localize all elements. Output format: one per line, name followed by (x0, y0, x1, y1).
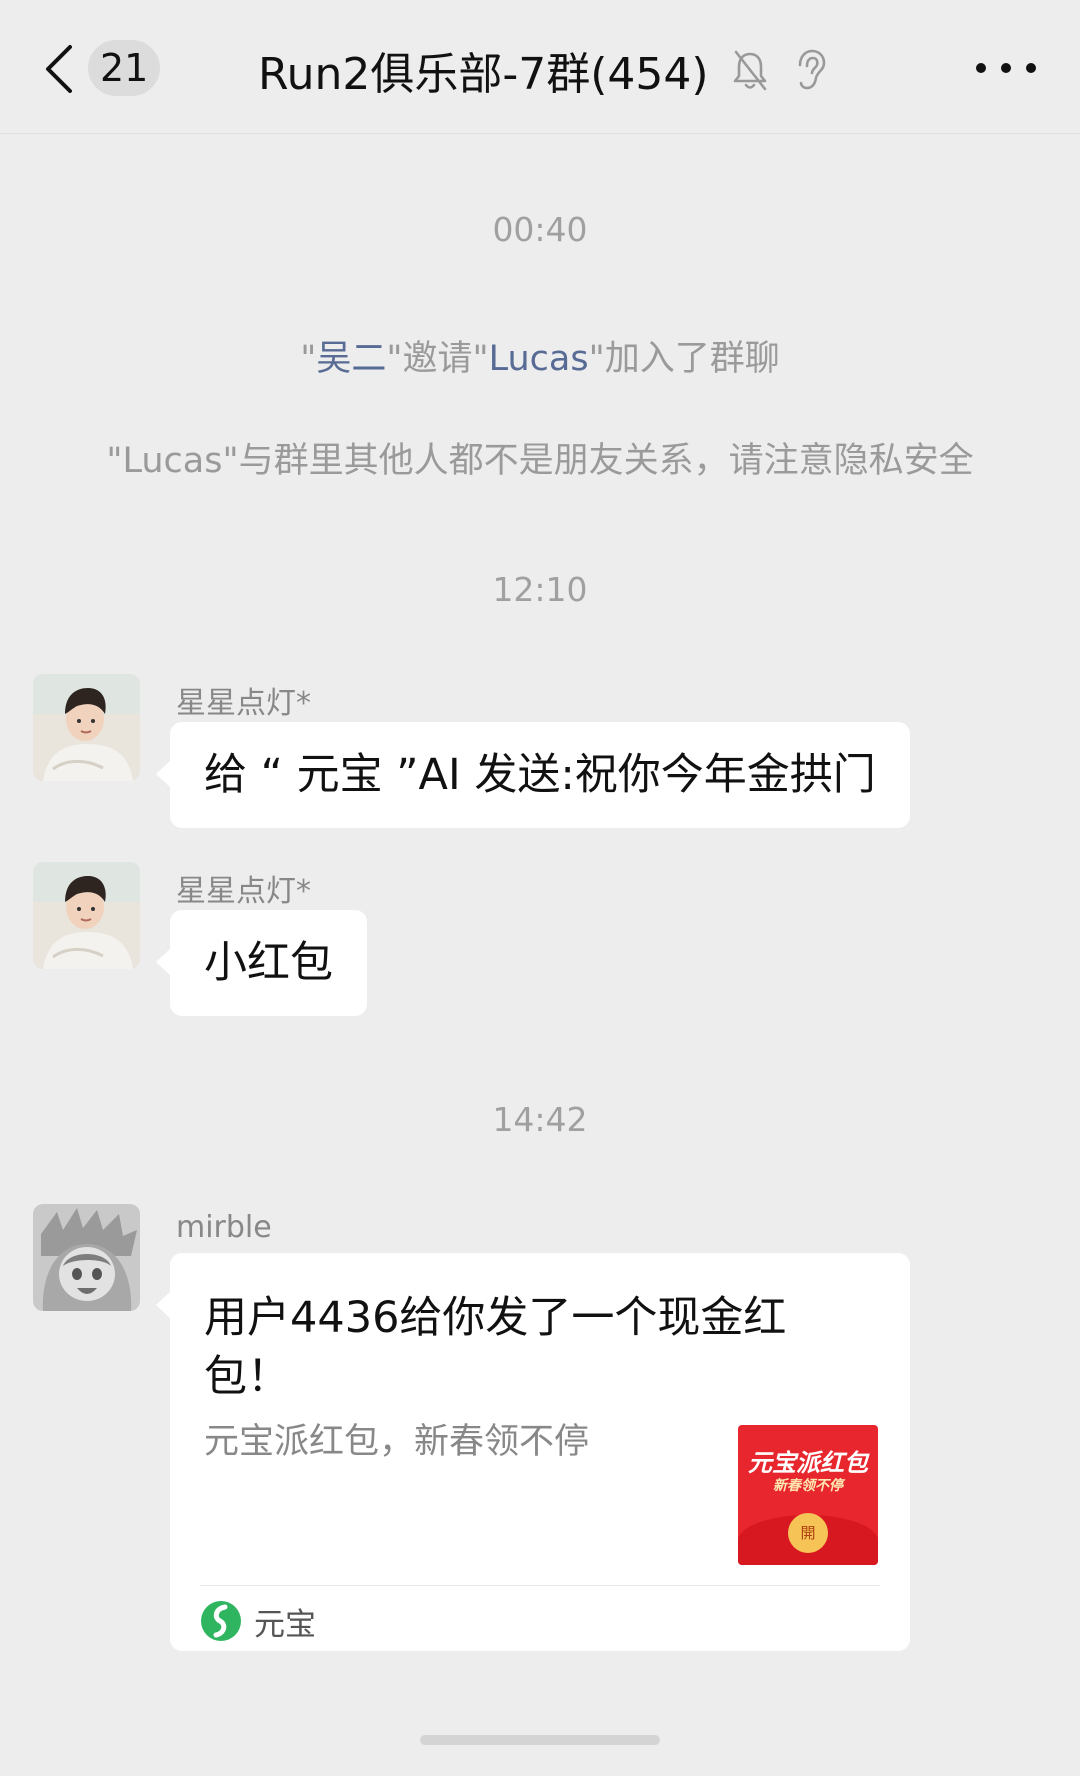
mute-bell-icon (733, 50, 766, 91)
card-title: 用户4436给你发了一个现金红包！ (204, 1293, 787, 1402)
more-icon-dot (976, 63, 986, 73)
card-divider (200, 1585, 880, 1586)
home-indicator[interactable] (420, 1735, 660, 1745)
more-icon-dot (1026, 63, 1036, 73)
invite-tail: "加入了群聊 (588, 339, 780, 379)
privacy-notice: "Lucas"与群里其他人都不是朋友关系，请注意隐私安全 (106, 441, 974, 481)
system-invite-notice: "吴二"邀请"Lucas"加入了群聊 (0, 330, 1080, 381)
red-packet-card[interactable]: 用户4436给你发了一个现金红包！ 元宝派红包，新春领不停 元宝派红包 新春领不… (156, 1253, 910, 1651)
back-arrow-icon (46, 45, 72, 93)
card-footer: 元宝 (200, 1596, 316, 1646)
yuanbao-logo-icon (201, 1601, 241, 1641)
timestamp: 12:10 (492, 570, 588, 609)
card-description: 元宝派红包，新春领不停 (204, 1422, 590, 1462)
open-coin-icon: 開 (788, 1513, 828, 1553)
card-source: 元宝 (254, 1606, 316, 1643)
avatar[interactable] (33, 674, 140, 781)
avatar[interactable] (33, 862, 140, 969)
thumb-main-text: 元宝派红包 (748, 1449, 868, 1477)
sender-name: 星星点灯* (176, 874, 311, 909)
message-bubble[interactable]: 小红包 (156, 910, 367, 1016)
title-group: Run2俱乐部-7群(454) (258, 38, 829, 102)
invite-quote: " (300, 339, 317, 379)
invite-text: "邀请" (386, 339, 489, 379)
timestamp: 14:42 (492, 1100, 588, 1139)
chat-header: 21 Run2俱乐部-7群(454) (0, 0, 1080, 134)
back-button[interactable] (38, 40, 80, 98)
message-bubble[interactable]: 给 “ 元宝 ”AI 发送:祝你今年金拱门 (156, 722, 910, 828)
inviter-link[interactable]: 吴二 (316, 339, 386, 379)
unread-count-badge[interactable]: 21 (88, 40, 161, 96)
timestamp: 00:40 (492, 210, 588, 249)
more-icon-dot (1001, 63, 1011, 73)
thumb-sub-text: 新春领不停 (773, 1478, 843, 1494)
red-packet-thumbnail: 元宝派红包 新春领不停 開 (738, 1425, 878, 1565)
avatar[interactable] (33, 1204, 140, 1311)
ear-icon (798, 49, 825, 90)
chat-title: Run2俱乐部-7群(454) (258, 49, 709, 100)
more-button[interactable] (976, 46, 1036, 90)
sender-name: 星星点灯* (176, 686, 311, 721)
sender-name: mirble (176, 1210, 272, 1245)
invitee-link[interactable]: Lucas (489, 339, 589, 379)
